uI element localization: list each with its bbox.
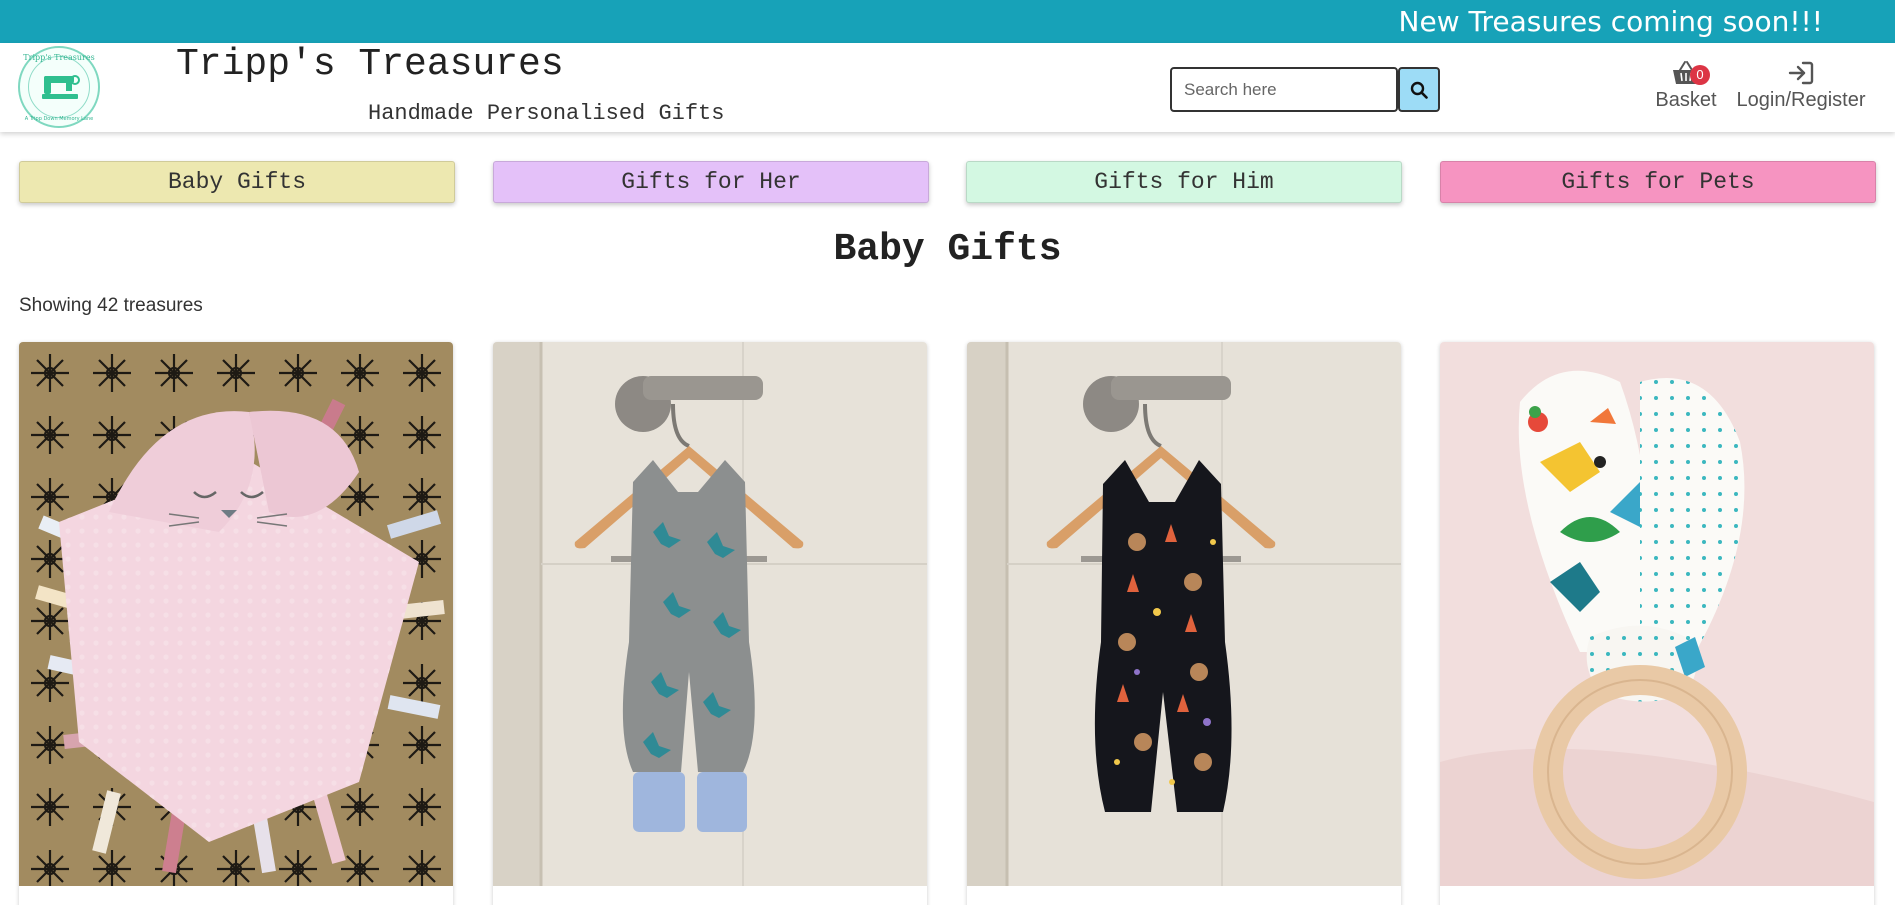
site-logo[interactable]: Tripp's Treasures A Tripp Down Memory La…	[18, 46, 100, 128]
brand-subtitle: Handmade Personalised Gifts	[368, 101, 725, 126]
category-gifts-for-him[interactable]: Gifts for Him	[966, 161, 1402, 203]
basket-count-badge: 0	[1690, 65, 1710, 85]
product-card[interactable]	[967, 342, 1401, 905]
login-register-link[interactable]: Login/Register	[1734, 57, 1868, 112]
product-image	[967, 342, 1401, 886]
sign-in-icon-wrap	[1734, 57, 1868, 89]
search-button[interactable]	[1398, 67, 1440, 112]
basket-link[interactable]: 0 Basket	[1652, 57, 1720, 112]
product-image	[19, 342, 453, 886]
site-header: Tripp's Treasures A Tripp Down Memory La…	[0, 43, 1895, 132]
category-gifts-for-pets[interactable]: Gifts for Pets	[1440, 161, 1876, 203]
search-input[interactable]	[1170, 67, 1398, 112]
product-card[interactable]	[19, 342, 453, 905]
product-card[interactable]	[493, 342, 927, 905]
brand-title[interactable]: Tripp's Treasures	[176, 43, 564, 86]
category-baby-gifts[interactable]: Baby Gifts	[19, 161, 455, 203]
sign-in-icon	[1788, 61, 1814, 85]
logo-text-top: Tripp's Treasures	[23, 53, 95, 62]
banner-text: New Treasures coming soon!!!	[1398, 5, 1823, 38]
search-icon	[1410, 81, 1428, 99]
login-register-label: Login/Register	[1736, 89, 1866, 111]
result-count: Showing 42 treasures	[19, 295, 203, 316]
category-gifts-for-her[interactable]: Gifts for Her	[493, 161, 929, 203]
page-title: Baby Gifts	[833, 228, 1062, 271]
product-card[interactable]	[1440, 342, 1874, 905]
announcement-banner: New Treasures coming soon!!!	[0, 0, 1895, 43]
sewing-machine-icon	[42, 75, 80, 99]
logo-text-bottom: A Tripp Down Memory Lane	[24, 116, 94, 122]
basket-label: Basket	[1655, 89, 1717, 111]
product-image	[493, 342, 927, 886]
basket-icon-wrap: 0	[1652, 57, 1720, 89]
product-image	[1440, 342, 1874, 886]
